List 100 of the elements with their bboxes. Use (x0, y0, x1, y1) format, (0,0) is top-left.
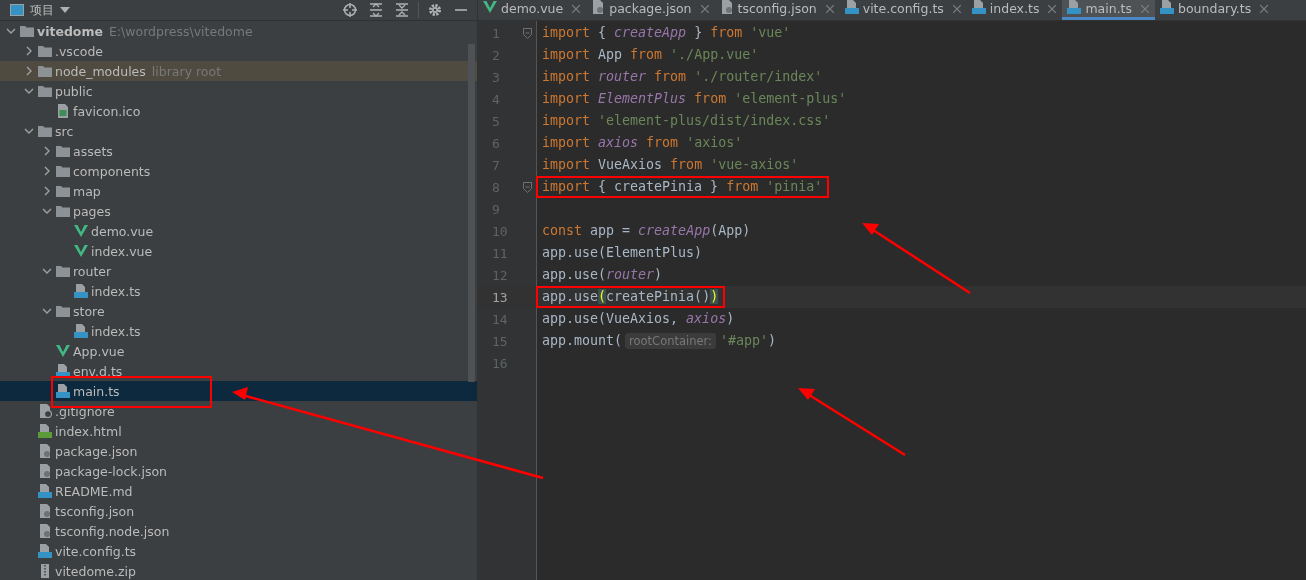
folder-icon (55, 164, 71, 178)
tree-item[interactable]: index.vue (0, 241, 477, 261)
tree-item[interactable]: tsconfig.node.json (0, 521, 477, 541)
tree-item[interactable]: components (0, 161, 477, 181)
code-line: app.use(ElementPlus) (541, 244, 704, 262)
dropdown-caret-icon[interactable] (60, 7, 70, 13)
editor-tab[interactable]: vite.config.ts (839, 0, 967, 20)
editor-tab[interactable]: main.ts (1062, 0, 1156, 20)
vue-file-icon (73, 244, 89, 258)
file-name: App.vue (73, 343, 125, 359)
close-icon[interactable] (572, 4, 581, 13)
file-icon (73, 324, 89, 338)
file-name: package-lock.json (55, 463, 168, 479)
tree-item[interactable]: pages (0, 201, 477, 221)
code-line: import ElementPlus from 'element-plus' (541, 90, 848, 108)
expanded-chevron-icon[interactable] (41, 268, 52, 274)
file-icon (37, 484, 53, 498)
tree-item[interactable]: public (0, 81, 477, 101)
tree-item[interactable]: map (0, 181, 477, 201)
file-name: vitedome.zip (55, 563, 136, 579)
tree-item[interactable]: tsconfig.json (0, 501, 477, 521)
file-name: index.vue (91, 243, 153, 259)
vue-file-icon (55, 344, 71, 358)
file-icon (843, 0, 860, 17)
file-name: README.md (55, 483, 133, 499)
file-name: package.json (55, 443, 138, 459)
tree-item[interactable]: router (0, 261, 477, 281)
tree-item[interactable]: favicon.ico (0, 101, 477, 121)
file-icon (37, 424, 53, 438)
file-name: index.ts (91, 283, 141, 299)
collapsed-chevron-icon[interactable] (25, 66, 32, 76)
close-icon[interactable] (1260, 4, 1269, 13)
collapsed-chevron-icon[interactable] (43, 146, 50, 156)
expanded-chevron-icon[interactable] (23, 88, 34, 94)
code-line: app.use(router) (541, 266, 664, 284)
file-icon (970, 0, 987, 17)
tree-item[interactable]: vitedome.zip (0, 561, 477, 580)
code-line: import VueAxios from 'vue-axios' (541, 156, 800, 174)
code-line: import { createApp } from 'vue' (541, 24, 792, 42)
file-name: map (73, 183, 101, 199)
tree-item[interactable]: vitedome E:\wordpress\vitedome (0, 21, 477, 41)
close-icon[interactable] (700, 4, 709, 13)
expanded-chevron-icon[interactable] (5, 28, 16, 34)
file-name: demo.vue (91, 223, 154, 239)
close-icon[interactable] (825, 4, 834, 13)
file-name: router (73, 263, 112, 279)
tree-item[interactable]: vite.config.ts (0, 541, 477, 561)
expanded-chevron-icon[interactable] (23, 128, 34, 134)
file-name: pages (73, 203, 111, 219)
tree-item[interactable]: demo.vue (0, 221, 477, 241)
tree-item[interactable]: main.ts (0, 381, 477, 401)
file-name: .gitignore (55, 403, 115, 419)
locate-target-icon[interactable] (340, 1, 360, 19)
collapsed-chevron-icon[interactable] (43, 166, 50, 176)
tree-item[interactable]: index.ts (0, 321, 477, 341)
file-icon (37, 504, 53, 518)
tree-item[interactable]: package-lock.json (0, 461, 477, 481)
image-file-icon (55, 104, 71, 118)
file-icon (73, 284, 89, 298)
close-icon[interactable] (952, 4, 961, 13)
folder-icon (19, 24, 35, 38)
tree-item[interactable]: env.d.ts (0, 361, 477, 381)
file-icon (37, 464, 53, 478)
code-line: app.use(VueAxios, axios) (541, 310, 736, 328)
fold-marker-icon[interactable] (523, 27, 532, 39)
tree-item[interactable]: assets (0, 141, 477, 161)
close-icon[interactable] (1048, 4, 1057, 13)
collapsed-chevron-icon[interactable] (43, 186, 50, 196)
editor-tab[interactable]: index.ts (966, 0, 1063, 20)
expanded-chevron-icon[interactable] (41, 308, 52, 314)
file-name: index.ts (91, 323, 141, 339)
tree-item[interactable]: .vscode (0, 41, 477, 61)
fold-marker-icon[interactable] (523, 181, 532, 193)
expanded-chevron-icon[interactable] (41, 208, 52, 214)
editor-tab[interactable]: boundary.ts (1155, 0, 1275, 20)
collapsed-chevron-icon[interactable] (25, 46, 32, 56)
window-icon (10, 4, 24, 16)
editor-tab[interactable]: package.json (586, 0, 715, 20)
folder-icon (37, 84, 53, 98)
tree-item[interactable]: store (0, 301, 477, 321)
tree-item[interactable]: index.html (0, 421, 477, 441)
tree-item[interactable]: .gitignore (0, 401, 477, 421)
file-name: public (55, 83, 93, 99)
file-icon (1066, 0, 1083, 17)
tree-item[interactable]: App.vue (0, 341, 477, 361)
vue-file-icon (73, 224, 89, 238)
tree-item[interactable]: src (0, 121, 477, 141)
editor-tab[interactable]: tsconfig.json (714, 0, 840, 20)
tree-item[interactable]: index.ts (0, 281, 477, 301)
editor-tab[interactable]: demo.vue (478, 0, 587, 20)
tree-item[interactable]: README.md (0, 481, 477, 501)
scrollbar[interactable] (468, 44, 475, 382)
folder-icon (55, 144, 71, 158)
file-icon (55, 384, 71, 398)
path-hint: E:\wordpress\vitedome (108, 23, 253, 39)
tree-item[interactable]: package.json (0, 441, 477, 461)
file-name: node_modules (55, 63, 146, 79)
file-icon (55, 364, 71, 378)
folder-icon (55, 264, 71, 278)
file-icon (37, 524, 53, 538)
